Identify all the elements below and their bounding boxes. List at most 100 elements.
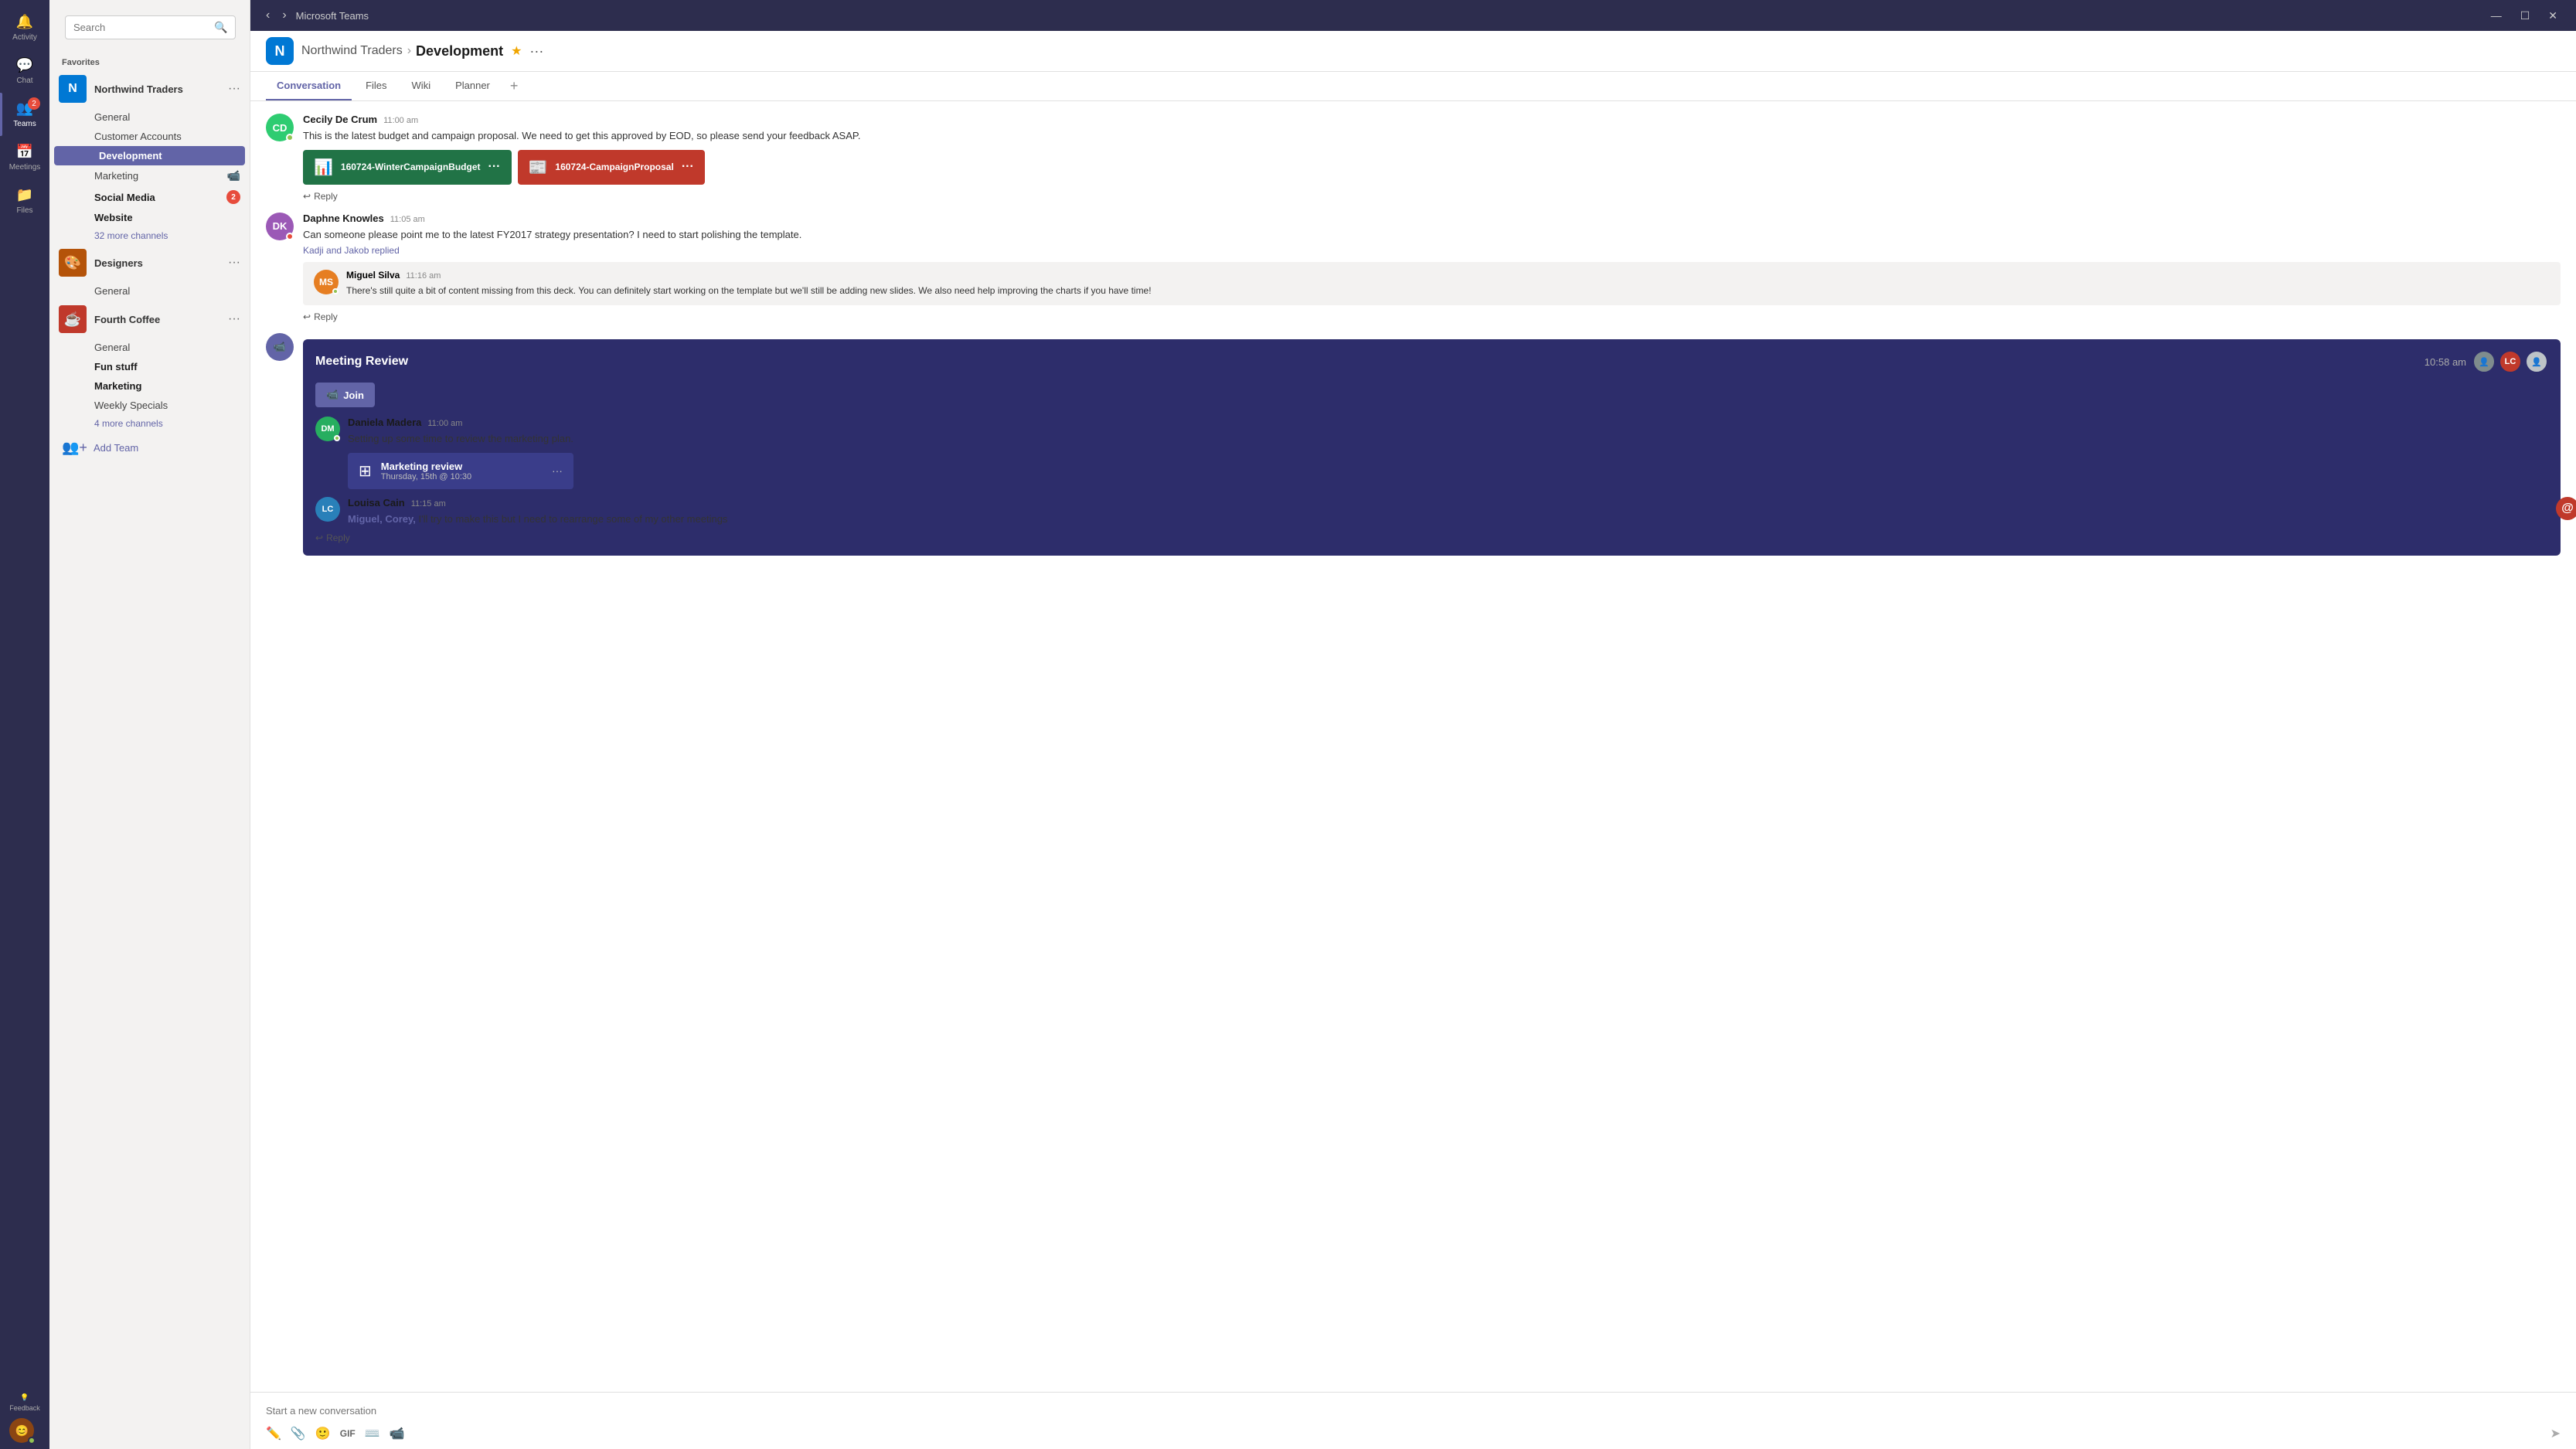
cecily-avatar: CD [266,114,294,141]
channel-social-media[interactable]: Social Media 2 [49,186,250,208]
meeting-participants: 👤 LC 👤 [2472,350,2548,373]
channel-development[interactable]: Development [54,146,245,165]
forward-button[interactable]: › [279,5,289,26]
channel-marketing-fc[interactable]: Marketing [49,376,250,396]
video-tool[interactable]: 📹 [390,1426,405,1441]
user-avatar[interactable]: 😊 [9,1418,34,1443]
gif-tool[interactable]: GIF [340,1428,356,1439]
meeting-review-block: 📹 Meeting Review 10:58 am 👤 LC 👤 📹 Join [266,333,2561,556]
add-team-label: Add Team [94,442,138,454]
cecily-reply-btn[interactable]: ↩ Reply [303,189,2561,203]
search-icon-button[interactable]: 🔍 [214,21,227,34]
rail-chat[interactable]: 💬 Chat [0,49,49,93]
team-northwind[interactable]: N Northwind Traders ··· [49,70,250,107]
join-button[interactable]: 📹 Join [315,383,375,407]
activity-label: Activity [12,33,37,42]
channel-customer-accounts[interactable]: Customer Accounts [49,127,250,146]
rail-meetings[interactable]: 📅 Meetings [0,136,49,179]
ppt-more[interactable]: ··· [682,160,694,174]
rail-files[interactable]: 📁 Files [0,179,49,223]
app-title: Microsoft Teams [296,10,369,22]
fourth-coffee-more[interactable]: ··· [228,312,240,326]
channel-more-button[interactable]: ··· [529,43,543,60]
add-team-button[interactable]: 👥+ Add Team [49,432,250,464]
replied-by[interactable]: Kadji and Jakob replied [303,245,2561,256]
favorite-star[interactable]: ★ [511,43,522,59]
breadcrumb-separator: › [407,44,411,58]
video-icon: 📹 [326,389,339,401]
team-logo: N [266,37,294,65]
cecily-content: Cecily De Crum 11:00 am This is the late… [303,114,2561,203]
channel-header: N Northwind Traders › Development ★ ··· [250,31,2576,72]
channel-website[interactable]: Website [49,208,250,227]
user-status-badge [28,1437,36,1444]
emoji-tool[interactable]: 🙂 [315,1426,331,1441]
excel-more[interactable]: ··· [488,160,501,174]
excel-file-card[interactable]: 📊 160724-WinterCampaignBudget ··· [303,150,512,185]
activity-icon: 🔔 [16,14,33,30]
meeting-title: Meeting Review [315,355,408,369]
fourth-coffee-name: Fourth Coffee [94,314,220,325]
compose-toolbar: ✏️ 📎 🙂 GIF ⌨️ 📹 ➤ [266,1426,2561,1441]
add-team-icon: 👥+ [62,440,87,456]
tab-files[interactable]: Files [355,72,397,100]
designers-name: Designers [94,257,220,269]
maximize-button[interactable]: ☐ [2514,6,2537,26]
miguel-avatar: MS [314,270,339,294]
feedback-btn[interactable]: 💡 Feedback [9,1393,40,1412]
rail-activity[interactable]: 🔔 Activity [0,6,49,49]
miguel-text: There's still quite a bit of content mis… [346,284,2550,298]
send-button[interactable]: ➤ [2550,1426,2561,1441]
format-tool[interactable]: ✏️ [266,1426,281,1441]
tab-wiki[interactable]: Wiki [401,72,442,100]
daphne-status [286,233,294,240]
minimize-button[interactable]: — [2485,6,2508,26]
designers-more[interactable]: ··· [228,256,240,270]
more-channels-nw[interactable]: 32 more channels [49,227,250,244]
channel-general-fc[interactable]: General [49,338,250,357]
files-icon: 📁 [16,187,33,203]
daphne-content: Daphne Knowles 11:05 am Can someone plea… [303,213,2561,325]
louisa-author: Louisa Cain [348,497,405,509]
channel-general-nw[interactable]: General [49,107,250,127]
daphne-avatar: DK [266,213,294,240]
tab-conversation[interactable]: Conversation [266,72,352,100]
northwind-avatar: N [59,75,87,103]
rail-teams[interactable]: 👥 Teams 2 [0,93,49,136]
close-button[interactable]: ✕ [2542,6,2564,26]
daphne-reply-btn[interactable]: ↩ Reply [303,310,2561,324]
channel-general-designers[interactable]: General [49,281,250,301]
calendar-more[interactable]: ··· [552,464,563,477]
tab-planner[interactable]: Planner [444,72,501,100]
customer-accounts-label: Customer Accounts [94,131,182,142]
more-channels-fc[interactable]: 4 more channels [49,415,250,432]
daphne-time: 11:05 am [390,215,425,224]
breadcrumb-team: Northwind Traders [301,44,403,58]
daphne-author: Daphne Knowles [303,213,384,224]
channel-marketing-nw[interactable]: Marketing 📹 [49,165,250,186]
teams-label: Teams [13,120,36,128]
powerpoint-file-card[interactable]: 📰 160724-CampaignProposal ··· [518,150,705,185]
meeting-sub-messages: DM Daniela Madera 11:00 am Setting up so… [315,417,2548,545]
files-label: Files [16,206,32,215]
channel-fun-stuff[interactable]: Fun stuff [49,357,250,376]
channel-weekly-specials[interactable]: Weekly Specials [49,396,250,415]
compose-input[interactable] [266,1400,2561,1421]
video-badge: 📹 [227,169,240,182]
back-button[interactable]: ‹ [263,5,273,26]
sidebar: 🔍 ✏️ Favorites N Northwind Traders ··· G… [49,0,250,1449]
northwind-more[interactable]: ··· [228,82,240,96]
add-tab-button[interactable]: + [504,72,525,100]
team-fourth-coffee[interactable]: ☕ Fourth Coffee ··· [49,301,250,338]
sticker-tool[interactable]: ⌨️ [365,1426,380,1441]
breadcrumb-channel: Development [416,43,503,60]
meeting-reply-label: Reply [326,532,350,543]
miguel-author: Miguel Silva [346,270,400,281]
team-designers[interactable]: 🎨 Designers ··· [49,244,250,281]
search-input[interactable] [73,22,209,33]
meeting-reply-btn[interactable]: ↩ Reply [315,531,2548,545]
louisa-message: LC Louisa Cain 11:15 am Miguel, Corey, [315,497,2548,527]
calendar-card[interactable]: ⊞ Marketing review Thursday, 15th @ 10:3… [348,453,573,489]
attach-tool[interactable]: 📎 [291,1426,306,1441]
daniela-content: Daniela Madera 11:00 am Setting up some … [348,417,573,489]
